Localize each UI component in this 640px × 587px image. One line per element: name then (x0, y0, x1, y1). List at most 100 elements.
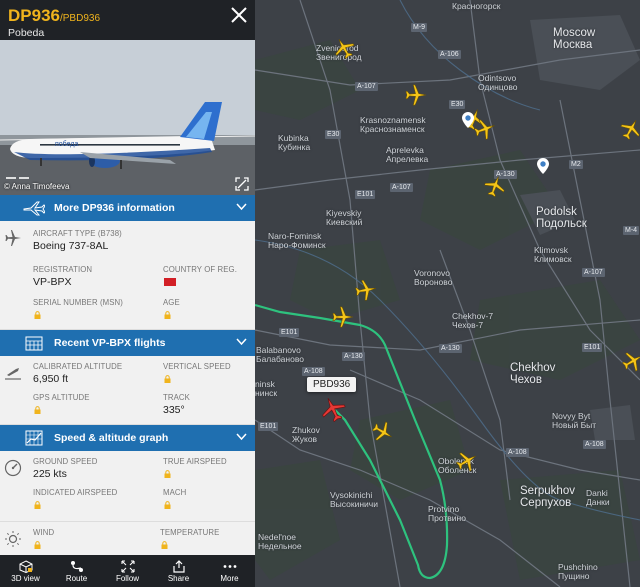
true-airspeed-label: TRUE AIRSPEED (163, 457, 227, 466)
place-kubinka: Kubinka Кубинка (278, 133, 311, 152)
aircraft-icon[interactable] (353, 277, 378, 302)
lock-icon (164, 470, 171, 478)
section-more-info[interactable]: More DP936 information (0, 195, 255, 221)
calibrated-altitude-value: 6,950 ft (33, 373, 69, 385)
flag-icon (164, 278, 176, 286)
aircraft-image: победа (0, 40, 255, 195)
chevron-down-icon (236, 433, 247, 441)
flight-info-panel: DP936/PBD936 Pobeda победа © Anna Timofe… (0, 0, 255, 587)
expand-icon[interactable] (235, 177, 249, 191)
lock-icon (164, 501, 171, 509)
road-label: M-4 (623, 226, 640, 235)
chevron-down-icon (236, 338, 247, 346)
section-title: Recent VP-BPX flights (54, 337, 166, 349)
vertical-speed-label: VERTICAL SPEED (163, 362, 231, 371)
climb-icon (5, 368, 21, 380)
aircraft-type-value: Boeing 737-8AL (33, 240, 109, 252)
road-label: A-108 (506, 448, 529, 457)
place-chekhov: Chekhov Чехов (510, 362, 556, 386)
section-speed-altitude-graph[interactable]: Speed & altitude graph (0, 425, 255, 451)
msn-label: SERIAL NUMBER (MSN) (33, 298, 123, 307)
lock-icon (34, 541, 41, 549)
lock-icon (164, 375, 171, 383)
photo-pager[interactable] (6, 177, 29, 179)
place-nedelnoe: Nedel'noe Недельное (258, 532, 302, 551)
place-danki: Danki Данки (586, 488, 610, 507)
panel-header: DP936/PBD936 Pobeda (0, 0, 255, 40)
calibrated-altitude-label: CALIBRATED ALTITUDE (33, 362, 123, 371)
gps-altitude-label: GPS ALTITUDE (33, 393, 90, 402)
mach-label: MACH (163, 488, 187, 497)
place-novyy-byt: Novyy Byt Новый Быт (552, 411, 597, 430)
track-label: TRACK (163, 393, 190, 402)
share-icon (172, 559, 185, 573)
place-protvino: Protvino Протвино (428, 504, 466, 523)
share-button[interactable]: Share (153, 555, 204, 587)
aircraft-type-label: AIRCRAFT TYPE (B738) (33, 229, 122, 238)
place-obninsk: ninsk нинск (255, 379, 278, 398)
button-label: More (220, 573, 239, 583)
lock-icon (34, 311, 41, 319)
road-label: A-108 (302, 367, 325, 376)
flight-tag[interactable]: PBD936 (307, 377, 357, 392)
3d-view-button[interactable]: 3D view (0, 555, 51, 587)
weather-icon (5, 531, 21, 547)
place-klimovsk: Klimovsk Климовск (534, 245, 572, 264)
photo-credit: © Anna Timofeeva (4, 182, 70, 191)
place-balabanovo: Balabanovo Балабаново (256, 345, 304, 364)
airport-pin-icon[interactable] (537, 158, 549, 174)
button-label: Share (167, 573, 190, 583)
place-vysokinichi: Vysokinichi Высокиничи (330, 490, 378, 509)
place-odintsovo: Odintsovo Одинцово (478, 73, 518, 92)
speed-details: GROUND SPEED 225 kts TRUE AIRSPEED INDIC… (0, 451, 255, 522)
road-label: E30 (449, 100, 466, 109)
follow-icon (120, 559, 135, 573)
place-podolsk: Podolsk Подольск (536, 206, 587, 230)
follow-button[interactable]: Follow (102, 555, 153, 587)
chevron-down-icon (236, 203, 247, 211)
aircraft-icon[interactable] (332, 306, 354, 328)
calendar-icon (25, 336, 43, 351)
place-pushchino: Pushchino Пущино (558, 562, 598, 581)
registration-label: REGISTRATION (33, 265, 93, 274)
section-title: More DP936 information (54, 202, 175, 214)
indicated-airspeed-label: INDICATED AIRSPEED (33, 488, 118, 497)
road-label: A-107 (355, 82, 378, 91)
more-button[interactable]: More (204, 555, 255, 587)
button-label: Follow (115, 573, 140, 583)
airplane-icon (5, 230, 21, 246)
road-label: E101 (355, 190, 376, 199)
wind-label: WIND (33, 528, 55, 537)
aircraft-photo[interactable]: победа © Anna Timofeeva (0, 40, 255, 195)
road-label: E101 (258, 422, 279, 431)
road-label: A-130 (342, 352, 365, 361)
road-label: E101 (582, 343, 603, 352)
road-label: A-130 (439, 344, 462, 353)
aircraft-details: AIRCRAFT TYPE (B738) Boeing 737-8AL REGI… (0, 221, 255, 330)
route-button[interactable]: Route (51, 555, 102, 587)
road-label: M2 (569, 160, 583, 169)
livery-text: победа (55, 140, 78, 148)
place-krasnoznamensk: Krasnoznamensk Краснознаменск (360, 115, 426, 134)
road-label: A-108 (583, 440, 606, 449)
close-icon[interactable] (230, 6, 248, 24)
place-moscow: Moscow Москва (553, 27, 596, 51)
aircraft-icon[interactable] (405, 84, 427, 106)
route-icon (70, 560, 83, 572)
place-chekhov-7: Chekhov-7 Чехов-7 (452, 311, 494, 330)
place-voronovo: Voronovo Вороново (414, 268, 453, 287)
lock-icon (34, 406, 41, 414)
altitude-details: CALIBRATED ALTITUDE 6,950 ft VERTICAL SP… (0, 356, 255, 425)
road-label: E101 (279, 328, 300, 337)
road-label: A-107 (390, 183, 413, 192)
section-recent-flights[interactable]: Recent VP-BPX flights (0, 330, 255, 356)
place-naro-fominsk: Naro-Fominsk Наро-Фоминск (268, 231, 326, 250)
place-kiyevskiy: Kiyevskiy Киевский (326, 208, 363, 227)
road-label: E30 (325, 130, 342, 139)
place-aprelevka: Aprelevka Апрелевка (386, 145, 429, 164)
section-title: Speed & altitude graph (54, 432, 169, 444)
road-label: A-107 (582, 268, 605, 277)
temperature-label: TEMPERATURE (160, 528, 220, 537)
airport-pin-icon[interactable] (462, 112, 474, 128)
cube-icon (19, 559, 32, 573)
